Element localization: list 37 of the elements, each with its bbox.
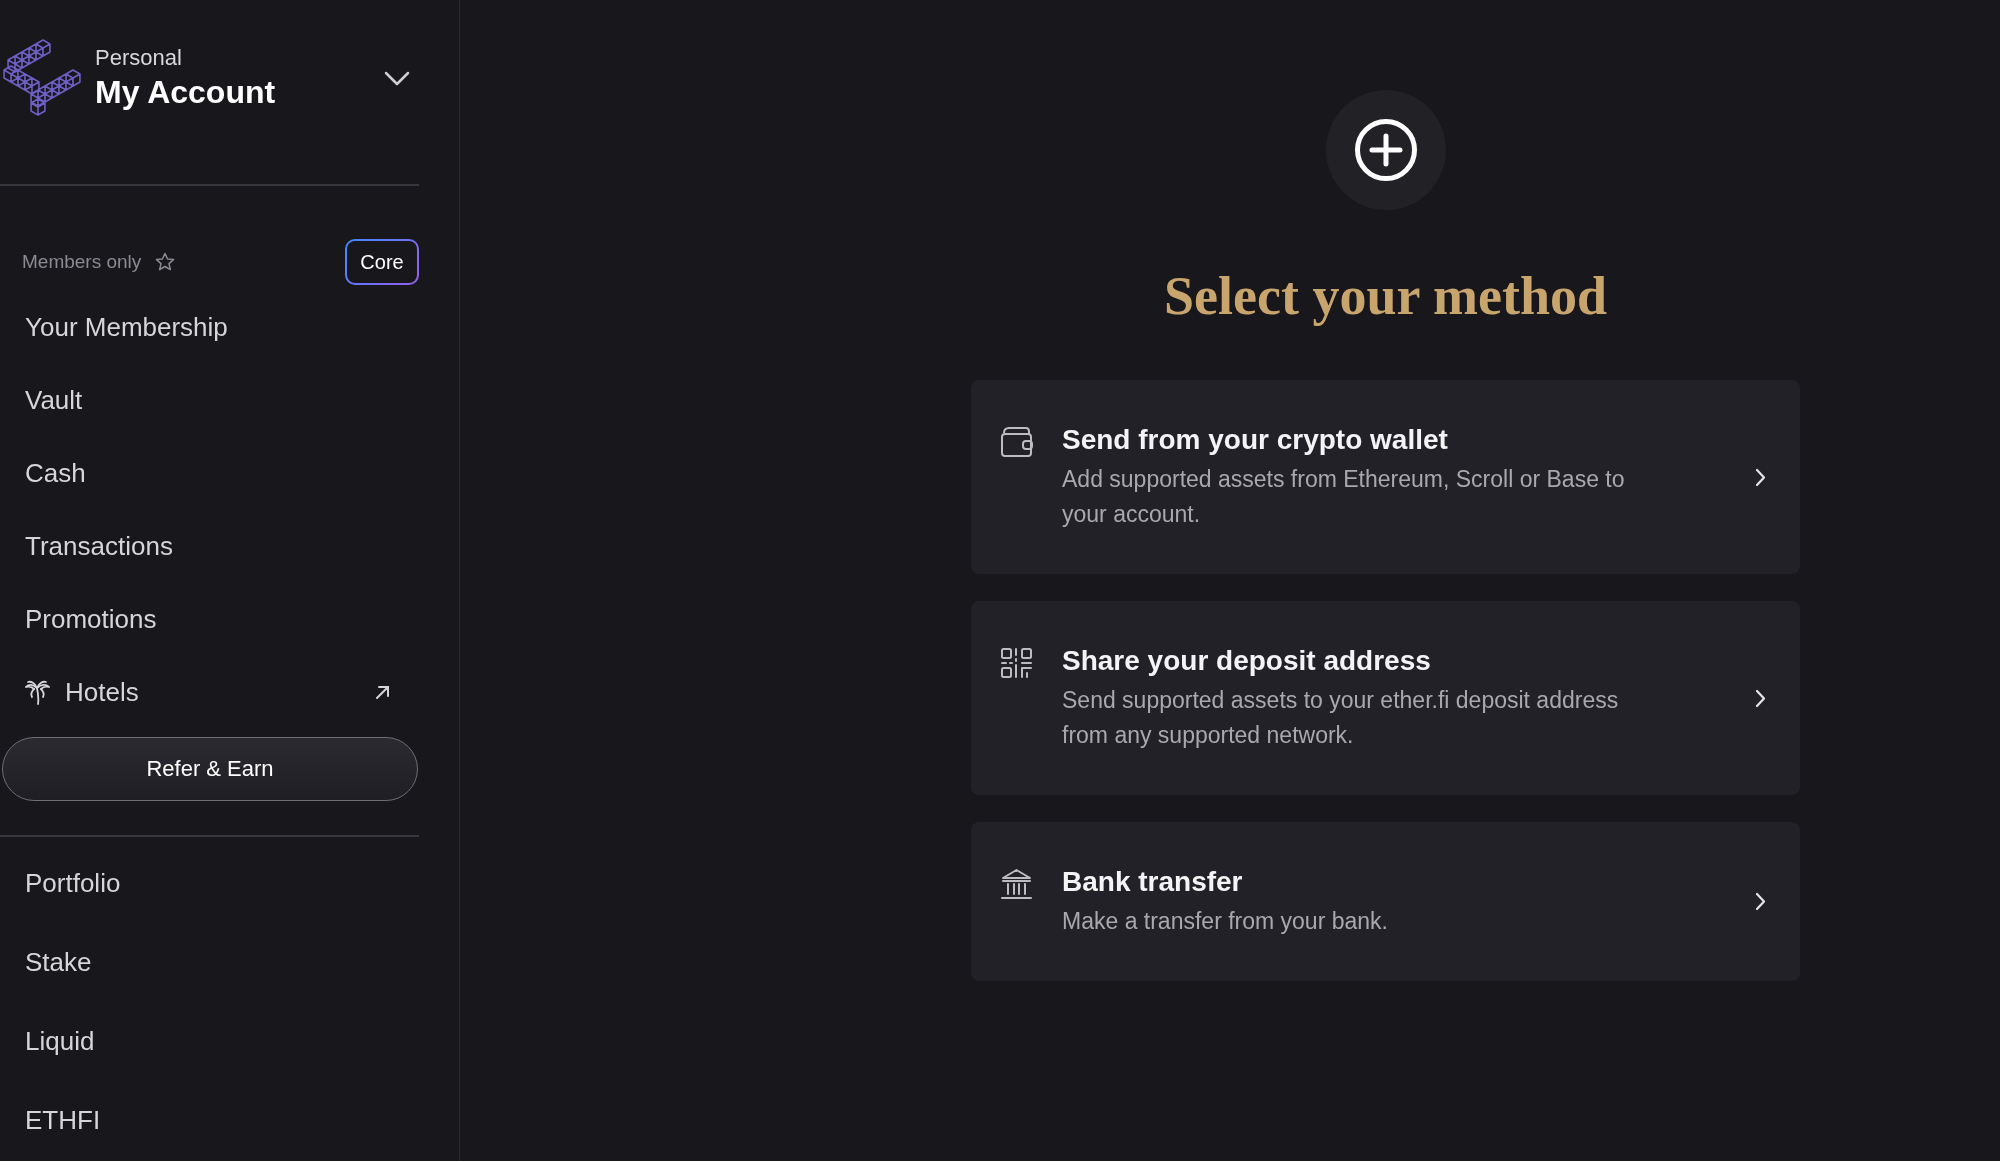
account-name: My Account xyxy=(95,73,276,112)
bank-icon xyxy=(1000,868,1033,900)
method-title: Send from your crypto wallet xyxy=(1062,423,1449,457)
nav-link[interactable]: Portfolio xyxy=(0,844,419,923)
nav-link[interactable]: Transactions xyxy=(0,510,419,583)
chevron-right-icon xyxy=(1755,688,1766,708)
nav-link[interactable]: Your Membership xyxy=(0,291,419,364)
star-icon xyxy=(155,252,176,272)
chevron-right-icon xyxy=(1755,892,1766,911)
membership-tier-badge: Core xyxy=(345,239,419,285)
nav-link[interactable]: Stake xyxy=(0,923,419,1002)
method-description: Send supported assets to your ether.fi deposit address from any supported network. xyxy=(1062,686,1620,750)
method-card[interactable]: Bank transfer Make a transfer from your bank. xyxy=(971,822,1800,981)
page-title: Select your method xyxy=(1164,265,1607,328)
chevron-right-icon xyxy=(1755,467,1766,487)
nav-link[interactable]: Promotions xyxy=(0,583,419,656)
method-description: Add supported assets from Ethereum, Scroll or Base to your account. xyxy=(1062,465,1626,529)
wallet-icon xyxy=(1000,426,1033,458)
palm-tree-icon xyxy=(25,680,50,705)
qr-code-icon xyxy=(1000,647,1033,679)
nav-link[interactable]: ETHFI xyxy=(0,1081,419,1160)
nav-link[interactable]: Cash xyxy=(0,437,419,510)
nav-link[interactable]: Hotels xyxy=(0,656,419,729)
arrow-up-right-icon xyxy=(375,685,390,700)
method-card[interactable]: Send from your crypto wallet Add supported assets from Ethereum, Scroll or Base to your account. xyxy=(971,380,1800,574)
chevron-down-icon[interactable] xyxy=(384,70,410,86)
add-circle-icon xyxy=(1325,90,1446,210)
method-card[interactable]: Share your deposit address Send supported assets to your ether.fi deposit address from any supported network. xyxy=(971,601,1800,795)
members-only-label: Members only xyxy=(22,251,142,273)
method-description: Make a transfer from your bank. xyxy=(1062,907,1389,936)
nav-link[interactable]: Liquid xyxy=(0,1002,419,1081)
refer-and-earn-button[interactable]: Refer & Earn xyxy=(2,737,418,801)
logo-icon xyxy=(2,38,82,118)
method-title: Bank transfer xyxy=(1062,865,1244,899)
method-title: Share your deposit address xyxy=(1062,644,1432,678)
account-type-label: Personal xyxy=(95,44,183,72)
nav-link[interactable]: Vault xyxy=(0,364,419,437)
